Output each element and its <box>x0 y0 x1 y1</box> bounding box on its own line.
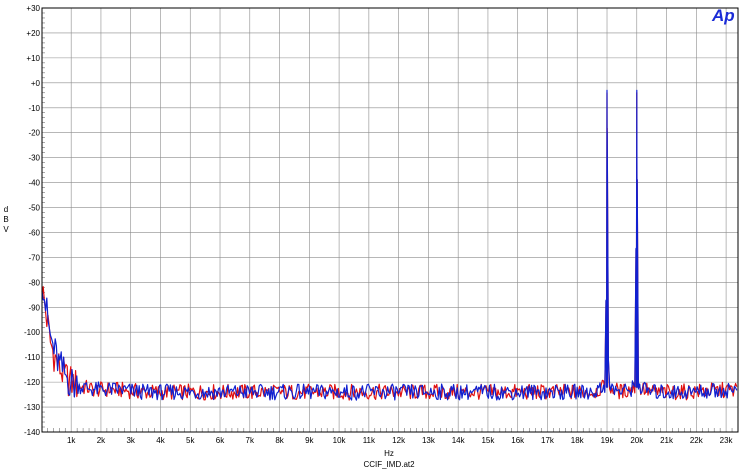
y-tick-label: -40 <box>28 179 40 188</box>
y-tick-label: -90 <box>28 303 40 312</box>
file-name-label: CCIF_IMD.at2 <box>363 460 415 469</box>
x-tick-label: 9k <box>305 436 314 445</box>
y-tick-label: +0 <box>31 79 41 88</box>
x-tick-label: 7k <box>246 436 255 445</box>
x-tick-label: 6k <box>216 436 225 445</box>
x-tick-label: 11k <box>363 436 376 445</box>
y-tick-label: +30 <box>26 4 40 13</box>
y-tick-label: +20 <box>26 29 40 38</box>
x-tick-label: 16k <box>511 436 525 445</box>
x-tick-label: 23k <box>720 436 734 445</box>
x-tick-label: 13k <box>422 436 436 445</box>
y-tick-label: -100 <box>24 328 41 337</box>
x-tick-label: 10k <box>333 436 347 445</box>
y-tick-label: -30 <box>28 154 40 163</box>
x-tick-label: 19k <box>601 436 615 445</box>
y-tick-label: -10 <box>28 104 40 113</box>
x-tick-label: 2k <box>97 436 106 445</box>
x-tick-label: 17k <box>541 436 555 445</box>
y-tick-label: -140 <box>24 428 41 437</box>
y-tick-label: -80 <box>28 278 40 287</box>
spectrum-chart: +30 +20 +10 +0 -10 -20 -30 -40 -50 -60 -70 -80 -90 -1… <box>0 0 750 473</box>
y-tick-label: -110 <box>25 353 41 362</box>
y-tick-label: -50 <box>28 204 40 213</box>
x-tick-label: 8k <box>275 436 284 445</box>
x-tick-label: 21k <box>660 436 674 445</box>
x-tick-label: 3k <box>126 436 135 445</box>
y-tick-label: -130 <box>24 403 41 412</box>
x-tick-label: 18k <box>571 436 585 445</box>
y-tick-label: -120 <box>24 378 41 387</box>
x-tick-label: 22k <box>690 436 704 445</box>
x-tick-label: 1k <box>67 436 76 445</box>
x-tick-label: 12k <box>392 436 406 445</box>
y-tick-label: -20 <box>28 129 40 138</box>
x-tick-label: 4k <box>156 436 165 445</box>
y-tick-label: -70 <box>28 253 40 262</box>
y-tick-label: +10 <box>26 54 40 63</box>
x-tick-label: 5k <box>186 436 195 445</box>
x-axis-label: Hz <box>384 449 394 458</box>
ap-logo: Ap <box>711 6 735 25</box>
x-tick-label: 20k <box>630 436 644 445</box>
x-tick-label: 15k <box>481 436 495 445</box>
x-tick-label: 14k <box>452 436 466 445</box>
y-tick-label: -60 <box>28 228 40 237</box>
